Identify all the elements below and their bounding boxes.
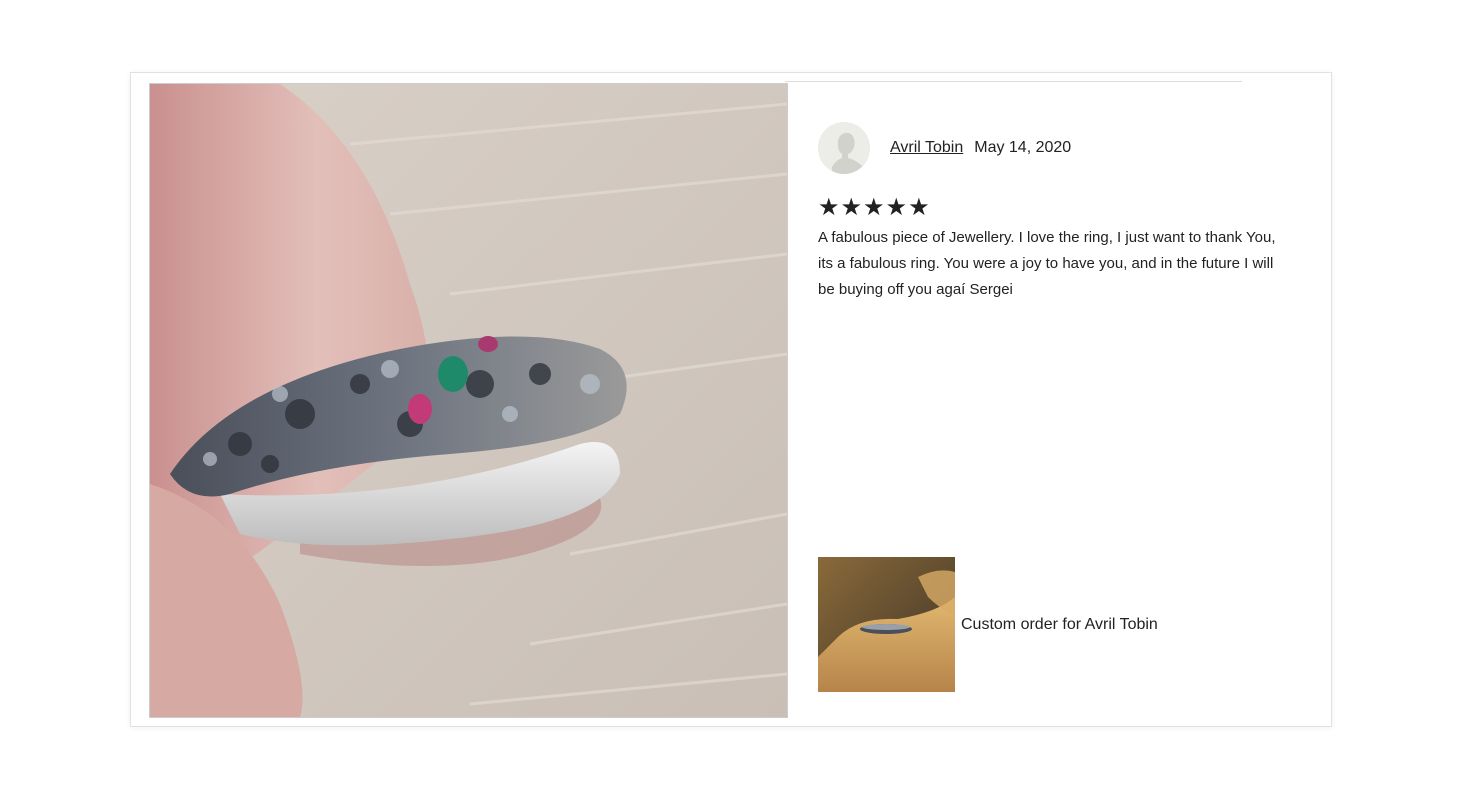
reviewer-name-link[interactable]: Avril Tobin: [890, 139, 963, 157]
star-rating: ★ ★ ★ ★ ★: [818, 195, 1298, 219]
avatar[interactable]: [818, 122, 870, 174]
review-photo[interactable]: [149, 83, 788, 718]
review-card: Avril Tobin May 14, 2020 ★ ★ ★ ★ ★ A fab…: [130, 72, 1332, 727]
divider: [785, 81, 1242, 82]
review-date: May 14, 2020: [974, 139, 1072, 156]
star-icon: ★: [863, 193, 885, 221]
review-content: Avril Tobin May 14, 2020 ★ ★ ★ ★ ★ A fab…: [818, 121, 1298, 303]
purchased-item-label[interactable]: Custom order for Avril Tobin: [961, 616, 1158, 634]
reviewer-row: Avril Tobin May 14, 2020: [818, 121, 1298, 175]
star-icon: ★: [840, 193, 863, 221]
purchased-item[interactable]: Custom order for Avril Tobin: [818, 557, 1158, 692]
item-thumbnail[interactable]: [818, 557, 955, 692]
item-thumbnail-image: [818, 557, 955, 692]
star-icon: ★: [908, 193, 930, 221]
ring-photo-image: [150, 84, 787, 717]
default-user-silhouette-icon: [818, 122, 870, 174]
star-icon: ★: [885, 193, 908, 221]
review-text: A fabulous piece of Jewellery. I love th…: [818, 229, 1276, 298]
star-icon: ★: [818, 193, 840, 221]
